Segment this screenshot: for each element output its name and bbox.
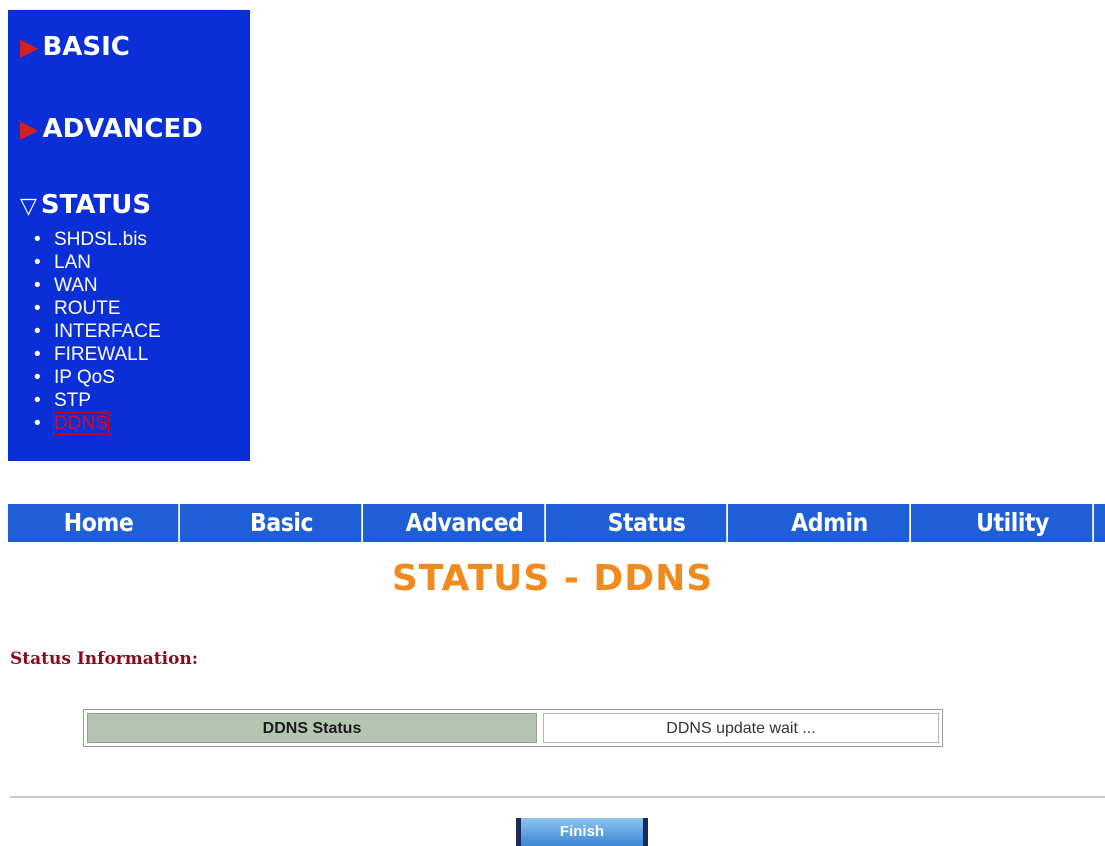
ddns-status-value: DDNS update wait ... [543, 713, 939, 743]
sidebar-item-label: INTERFACE [54, 321, 161, 342]
sidebar-item-label: LAN [54, 252, 91, 273]
sidebar-item-label: SHDSL.bis [54, 229, 147, 250]
bullet-icon: • [34, 252, 41, 273]
sidebar-item-label: FIREWALL [54, 344, 149, 365]
bullet-icon: • [34, 367, 41, 388]
sidebar-section-advanced[interactable]: ▶ ADVANCED [20, 114, 203, 144]
sidebar-item-stp[interactable]: • STP [34, 389, 161, 412]
nav-basic[interactable]: Basic [202, 504, 363, 542]
triangle-down-icon: ▽ [20, 194, 37, 219]
nav-status[interactable]: Status [567, 504, 729, 542]
nav-admin[interactable]: Admin [750, 504, 912, 542]
nav-home[interactable]: Home [19, 504, 180, 542]
sidebar-section-basic[interactable]: ▶ BASIC [20, 32, 130, 62]
triangle-right-icon: ▶ [20, 115, 39, 143]
sidebar-item-ddns[interactable]: • DDNS [34, 412, 161, 435]
sidebar-item-label: STP [54, 390, 91, 411]
sidebar-section-label: STATUS [40, 190, 152, 220]
divider [10, 796, 1105, 798]
sidebar-item-label: DDNS [53, 412, 109, 435]
bullet-icon: • [34, 275, 41, 296]
sidebar-item-wan[interactable]: • WAN [34, 274, 161, 297]
triangle-right-icon: ▶ [20, 33, 39, 61]
bullet-icon: • [34, 298, 41, 319]
bullet-icon: • [34, 229, 41, 250]
sidebar-item-label: WAN [54, 275, 98, 296]
bullet-icon: • [34, 390, 41, 411]
sidebar-section-label: BASIC [42, 32, 130, 62]
sidebar-section-status[interactable]: ▽ STATUS [20, 190, 151, 222]
sidebar-item-firewall[interactable]: • FIREWALL [34, 343, 161, 366]
sidebar-item-lan[interactable]: • LAN [34, 251, 161, 274]
section-heading: Status Information: [10, 649, 199, 669]
sidebar-section-label: ADVANCED [42, 114, 203, 144]
sidebar-menu: ▶ BASIC ▶ ADVANCED ▽ STATUS • SHDSL.bis • LAN… [8, 10, 250, 461]
nav-advanced[interactable]: Advanced [385, 504, 546, 542]
sidebar-item-ip-qos[interactable]: • IP QoS [34, 366, 161, 389]
ddns-status-label: DDNS Status [87, 713, 537, 743]
finish-button[interactable]: Finish [516, 818, 648, 846]
sidebar-item-label: IP QoS [54, 367, 115, 388]
sidebar-item-label: ROUTE [54, 298, 121, 319]
bullet-icon: • [34, 413, 41, 434]
status-submenu: • SHDSL.bis • LAN • WAN • ROUTE • INTERFACE •… [34, 228, 161, 435]
page-title: STATUS - DDNS [391, 558, 714, 599]
sidebar-item-route[interactable]: • ROUTE [34, 297, 161, 320]
bullet-icon: • [34, 344, 41, 365]
sidebar-item-shdsl[interactable]: • SHDSL.bis [34, 228, 161, 251]
ddns-status-table: DDNS Status DDNS update wait ... [83, 709, 943, 747]
table-row: DDNS Status DDNS update wait ... [87, 713, 939, 743]
sidebar-item-interface[interactable]: • INTERFACE [34, 320, 161, 343]
bullet-icon: • [34, 321, 41, 342]
nav-utility[interactable]: Utility [933, 504, 1094, 542]
main-nav-bar: Home Basic Advanced Status Admin Utility [8, 504, 1105, 542]
